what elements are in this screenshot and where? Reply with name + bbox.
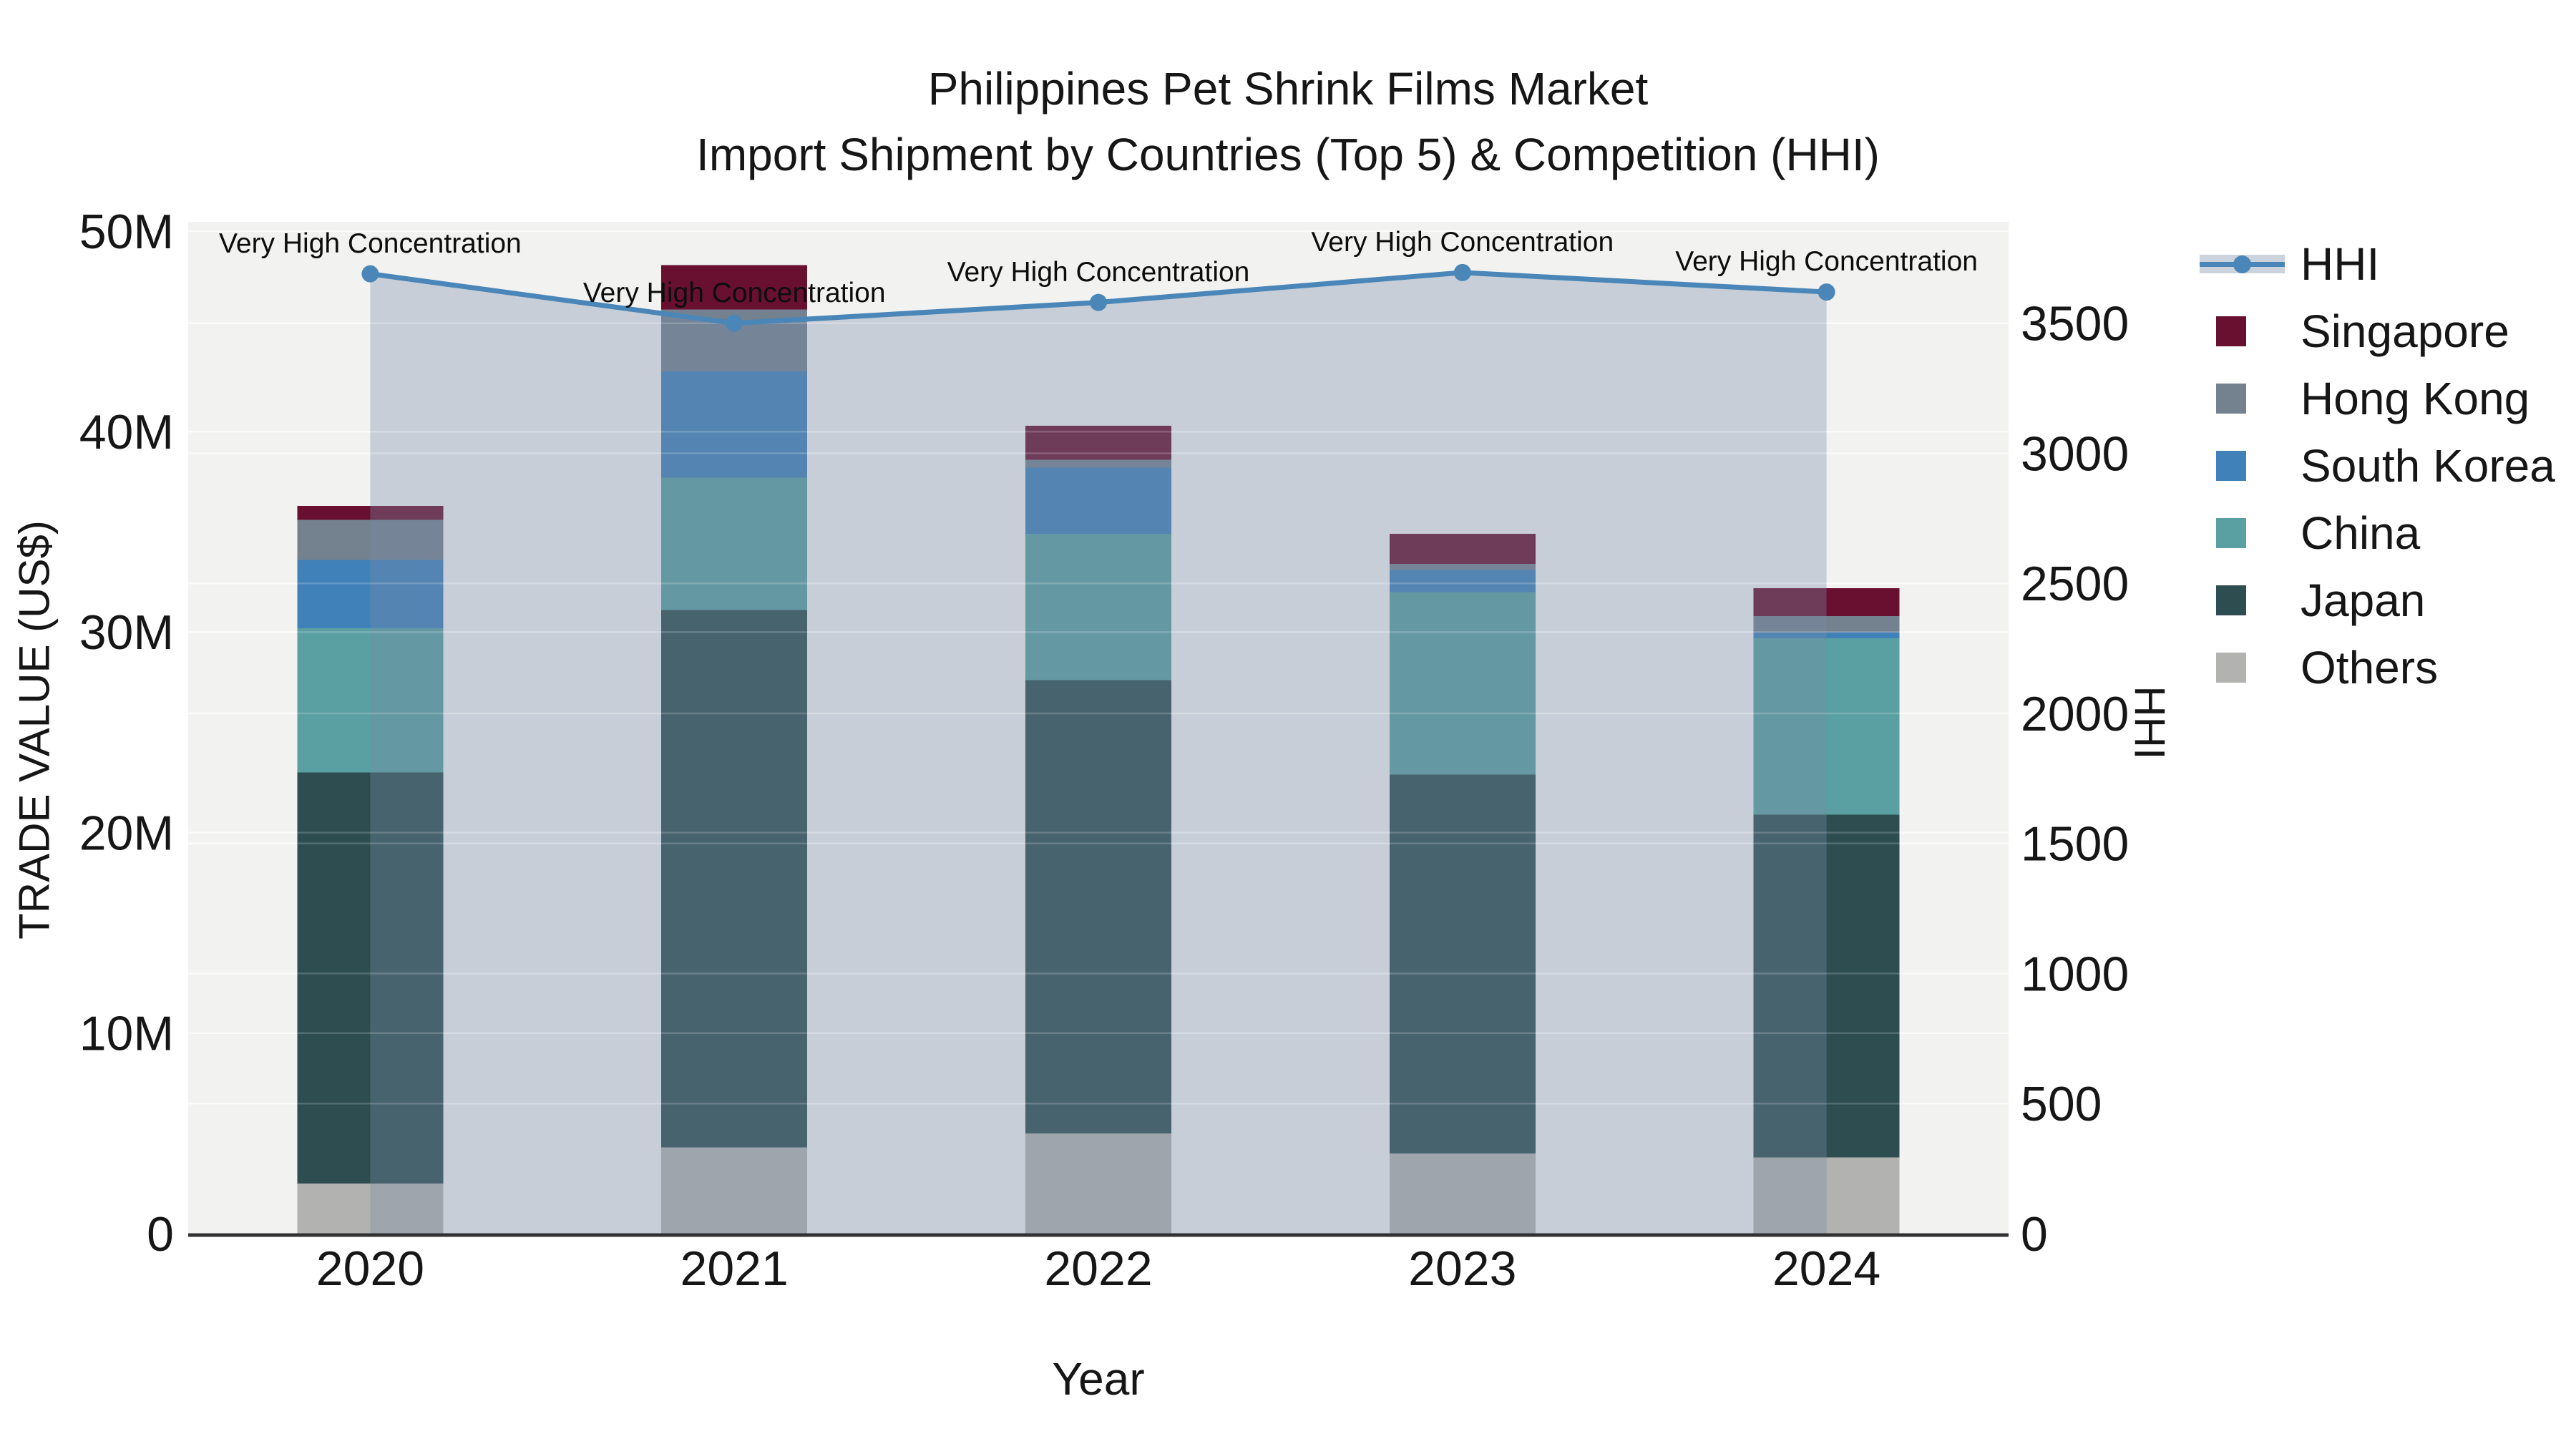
y-left-tick-label: 0 xyxy=(147,1207,174,1262)
y-right-tick-label: 3500 xyxy=(2021,297,2129,351)
hhi-marker-2021[interactable] xyxy=(726,314,743,332)
hhi-marker-2023[interactable] xyxy=(1453,263,1471,281)
legend-label: HHI xyxy=(2301,238,2380,290)
legend-label: Japan xyxy=(2301,575,2426,626)
y-left-tick-label: 40M xyxy=(79,405,174,459)
y-left-tick-label: 30M xyxy=(79,605,174,660)
hhi-marker-swatch xyxy=(2233,255,2251,273)
chart-title: Philippines Pet Shrink Films Market xyxy=(927,63,1649,114)
hhi-marker-2022[interactable] xyxy=(1090,293,1107,311)
annotation-2022: Very High Concentration xyxy=(947,256,1250,288)
legend-hhi-line-sample xyxy=(2200,230,2301,298)
legend-color-swatch xyxy=(2216,653,2246,683)
legend-label: South Korea xyxy=(2301,440,2555,492)
y-right-tick-label: 1000 xyxy=(2021,947,2129,1001)
y-right-tick-label: 500 xyxy=(2021,1077,2102,1131)
chart-subtitle: Import Shipment by Countries (Top 5) & C… xyxy=(696,129,1880,180)
legend-color-swatch xyxy=(2216,518,2246,548)
annotation-2023: Very High Concentration xyxy=(1311,226,1614,258)
legend-item-hong-kong[interactable]: Hong Kong xyxy=(2200,365,2555,432)
x-tick-label-2021: 2021 xyxy=(680,1241,789,1296)
legend-color-swatch xyxy=(2216,585,2246,615)
plot-area-svg: 0 10M 20M 30M 40M 50M 0 500 1000 1500 2000 2500 3000… xyxy=(79,205,2129,1296)
annotation-2020: Very High Concentration xyxy=(219,228,522,259)
legend-item-china[interactable]: China xyxy=(2200,499,2555,567)
x-tick-label-2020: 2020 xyxy=(316,1241,424,1296)
legend-item-japan[interactable]: Japan xyxy=(2200,567,2555,634)
legend-swatch-slot xyxy=(2200,298,2301,365)
legend-swatch-slot xyxy=(2200,432,2301,499)
legend-swatch-slot xyxy=(2200,365,2301,432)
y-right-tick-label: 3000 xyxy=(2021,426,2129,481)
y-right-tick-label: 1500 xyxy=(2021,817,2129,872)
x-tick-label-2024: 2024 xyxy=(1772,1241,1880,1296)
y-axis-title-right: HHI xyxy=(2125,686,2174,760)
legend-item-south-korea[interactable]: South Korea xyxy=(2200,432,2555,499)
legend-item-singapore[interactable]: Singapore xyxy=(2200,298,2555,365)
chart-title-block: Philippines Pet Shrink Films Market Impo… xyxy=(0,56,2576,187)
legend-label: Hong Kong xyxy=(2301,373,2530,424)
hhi-area-fill xyxy=(370,272,1827,1234)
legend-swatch-slot xyxy=(2200,634,2301,701)
annotation-2024: Very High Concentration xyxy=(1675,246,1978,278)
legend-swatch-slot xyxy=(2200,499,2301,567)
hhi-marker-2024[interactable] xyxy=(1818,283,1835,301)
y-right-tick-label: 0 xyxy=(2021,1207,2048,1262)
legend-color-swatch xyxy=(2216,316,2246,346)
y-left-tick-label: 10M xyxy=(79,1007,174,1061)
legend-swatch-slot xyxy=(2200,567,2301,634)
y-right-tick-label: 2500 xyxy=(2021,557,2129,611)
legend-label: China xyxy=(2301,507,2421,559)
legend: HHI Singapore Hong Kong South Korea China Jap… xyxy=(2200,230,2555,701)
x-axis-title: Year xyxy=(1052,1353,1145,1405)
legend-label: Singapore xyxy=(2301,306,2509,357)
hhi-marker-2020[interactable] xyxy=(361,265,379,283)
y-axis-title-left: TRADE VALUE (US$) xyxy=(10,520,59,940)
y-left-tick-label: 50M xyxy=(79,205,174,259)
legend-item-hhi[interactable]: HHI xyxy=(2200,230,2555,298)
y-left-tick-label: 20M xyxy=(79,806,174,860)
y-right-tick-label: 2000 xyxy=(2021,687,2129,741)
annotation-2021: Very High Concentration xyxy=(582,277,886,308)
chart-figure: 0 10M 20M 30M 40M 50M 0 500 1000 1500 2000 2500 3000… xyxy=(0,0,2576,1449)
legend-item-others[interactable]: Others xyxy=(2200,634,2555,701)
legend-color-swatch xyxy=(2216,384,2246,414)
legend-color-swatch xyxy=(2216,451,2246,481)
x-tick-label-2023: 2023 xyxy=(1408,1241,1516,1296)
legend-label: Others xyxy=(2301,642,2439,693)
x-tick-label-2022: 2022 xyxy=(1044,1241,1152,1296)
